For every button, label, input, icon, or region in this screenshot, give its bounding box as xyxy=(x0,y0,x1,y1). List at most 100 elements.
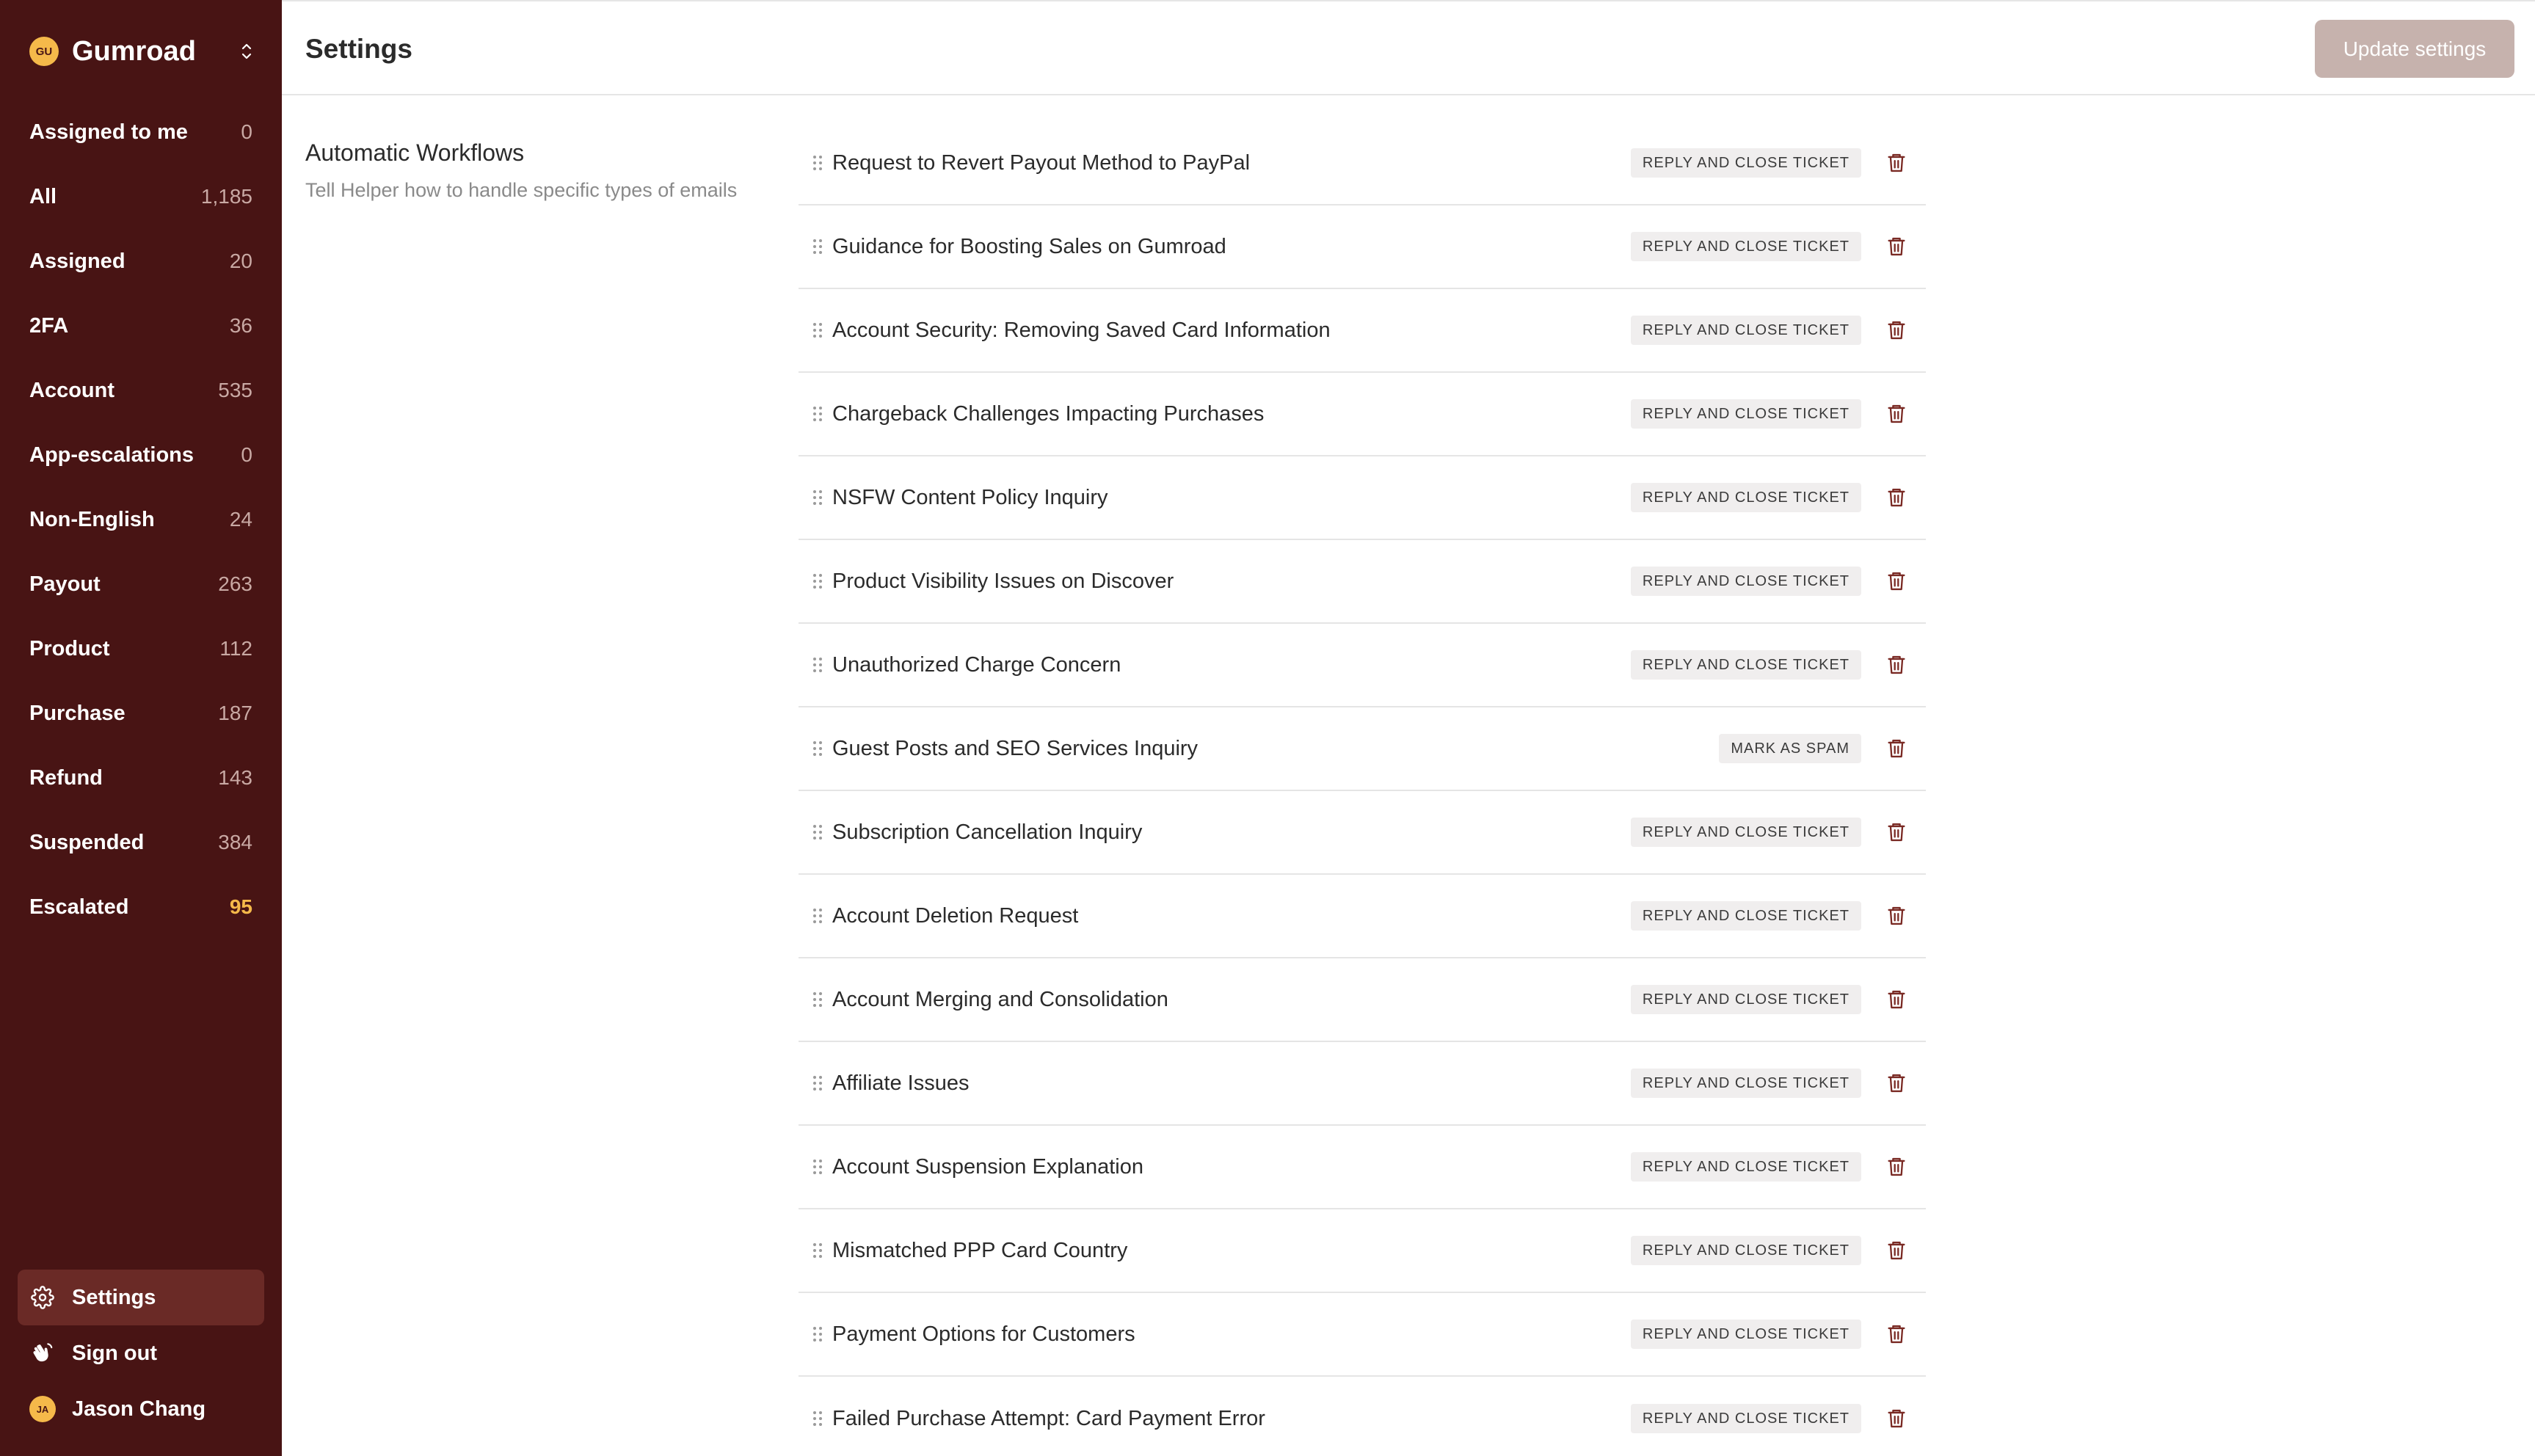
nav-item-escalated[interactable]: Escalated 95 xyxy=(0,875,282,939)
waving-hand-icon xyxy=(29,1340,56,1366)
workflow-row[interactable]: Account Merging and Consolidation REPLY A… xyxy=(799,958,1926,1042)
mailbox-nav: Assigned to me 0 All 1,185 Assigned 20 2… xyxy=(0,100,282,939)
sign-out-link[interactable]: Sign out xyxy=(18,1325,264,1381)
workflow-row[interactable]: Guest Posts and SEO Services Inquiry MARK… xyxy=(799,707,1926,791)
workflow-row[interactable]: Affiliate Issues REPLY AND CLOSE TICKET xyxy=(799,1042,1926,1126)
workflow-row[interactable]: Account Deletion Request REPLY AND CLOSE … xyxy=(799,875,1926,958)
nav-item-account[interactable]: Account 535 xyxy=(0,358,282,423)
section-description: Tell Helper how to handle specific types… xyxy=(305,179,738,201)
nav-item-product[interactable]: Product 112 xyxy=(0,616,282,681)
nav-label: Account xyxy=(29,378,114,402)
workflow-action-badge: REPLY AND CLOSE TICKET xyxy=(1630,1069,1861,1098)
trash-icon[interactable] xyxy=(1882,148,1911,178)
settings-label: Settings xyxy=(72,1285,156,1309)
nav-item-all[interactable]: All 1,185 xyxy=(0,164,282,229)
drag-handle-icon[interactable] xyxy=(803,316,832,345)
trash-icon[interactable] xyxy=(1882,734,1911,763)
nav-count: 1,185 xyxy=(200,185,252,208)
workflow-row[interactable]: Request to Revert Payout Method to PayPa… xyxy=(799,122,1926,205)
drag-handle-icon[interactable] xyxy=(803,1404,832,1433)
user-name: Jason Chang xyxy=(72,1397,206,1421)
update-settings-button[interactable]: Update settings xyxy=(2315,20,2514,78)
workflow-title: Unauthorized Charge Concern xyxy=(832,652,1121,677)
trash-icon[interactable] xyxy=(1882,1320,1911,1349)
drag-handle-icon[interactable] xyxy=(803,650,832,680)
settings-link[interactable]: Settings xyxy=(18,1270,264,1325)
sidebar-footer: Settings Sign out JA Jason Chang xyxy=(18,1270,264,1437)
drag-handle-icon[interactable] xyxy=(803,1236,832,1265)
nav-item-assigned-to-me[interactable]: Assigned to me 0 xyxy=(0,100,282,164)
workflow-row[interactable]: Unauthorized Charge Concern REPLY AND CLO… xyxy=(799,624,1926,707)
workflow-title: NSFW Content Policy Inquiry xyxy=(832,485,1108,509)
drag-handle-icon[interactable] xyxy=(803,483,832,512)
trash-icon[interactable] xyxy=(1882,818,1911,847)
nav-item-assigned[interactable]: Assigned 20 xyxy=(0,229,282,294)
workflow-action-badge: REPLY AND CLOSE TICKET xyxy=(1630,650,1861,680)
workflow-row[interactable]: Product Visibility Issues on Discover REP… xyxy=(799,540,1926,624)
workflow-title: Payment Options for Customers xyxy=(832,1322,1135,1346)
workflow-row[interactable]: Mismatched PPP Card Country REPLY AND CLO… xyxy=(799,1209,1926,1293)
nav-item-payout[interactable]: Payout 263 xyxy=(0,552,282,616)
trash-icon[interactable] xyxy=(1882,567,1911,596)
chevron-up-down-icon[interactable] xyxy=(236,38,257,65)
nav-count: 143 xyxy=(218,766,252,789)
workflow-row[interactable]: Payment Options for Customers REPLY AND C… xyxy=(799,1293,1926,1377)
nav-count: 95 xyxy=(229,895,252,918)
drag-handle-icon[interactable] xyxy=(803,818,832,847)
workflow-action-badge: REPLY AND CLOSE TICKET xyxy=(1630,1320,1861,1349)
trash-icon[interactable] xyxy=(1882,985,1911,1014)
nav-count: 36 xyxy=(229,314,252,337)
drag-handle-icon[interactable] xyxy=(803,901,832,931)
workflow-row[interactable]: NSFW Content Policy Inquiry REPLY AND CLO… xyxy=(799,456,1926,540)
drag-handle-icon[interactable] xyxy=(803,1320,832,1349)
trash-icon[interactable] xyxy=(1882,1152,1911,1182)
drag-handle-icon[interactable] xyxy=(803,1069,832,1098)
trash-icon[interactable] xyxy=(1882,316,1911,345)
nav-item-purchase[interactable]: Purchase 187 xyxy=(0,681,282,746)
trash-icon[interactable] xyxy=(1882,1236,1911,1265)
workflow-title: Failed Purchase Attempt: Card Payment Er… xyxy=(832,1406,1265,1430)
trash-icon[interactable] xyxy=(1882,650,1911,680)
drag-handle-icon[interactable] xyxy=(803,1152,832,1182)
user-profile[interactable]: JA Jason Chang xyxy=(18,1381,264,1437)
trash-icon[interactable] xyxy=(1882,1069,1911,1098)
nav-item-suspended[interactable]: Suspended 384 xyxy=(0,810,282,875)
nav-label: Assigned to me xyxy=(29,120,188,144)
nav-count: 112 xyxy=(219,637,252,660)
drag-handle-icon[interactable] xyxy=(803,734,832,763)
drag-handle-icon[interactable] xyxy=(803,232,832,261)
nav-count: 263 xyxy=(218,572,252,595)
workflow-row[interactable]: Subscription Cancellation Inquiry REPLY A… xyxy=(799,791,1926,875)
workflow-action-badge: REPLY AND CLOSE TICKET xyxy=(1630,567,1861,596)
drag-handle-icon[interactable] xyxy=(803,148,832,178)
workflow-list: Request to Revert Payout Method to PayPa… xyxy=(799,122,1926,1456)
workflow-action-badge: MARK AS SPAM xyxy=(1719,734,1861,763)
drag-handle-icon[interactable] xyxy=(803,567,832,596)
workflow-row[interactable]: Account Suspension Explanation REPLY AND … xyxy=(799,1126,1926,1209)
nav-item-non-english[interactable]: Non-English 24 xyxy=(0,487,282,552)
nav-label: Refund xyxy=(29,765,103,790)
nav-count: 20 xyxy=(229,250,252,272)
workflow-title: Chargeback Challenges Impacting Purchase… xyxy=(832,401,1265,426)
workspace-switcher[interactable]: GU Gumroad xyxy=(29,35,257,68)
workflow-row[interactable]: Account Security: Removing Saved Card In… xyxy=(799,289,1926,373)
workflow-action-badge: REPLY AND CLOSE TICKET xyxy=(1630,1236,1861,1265)
nav-item-refund[interactable]: Refund 143 xyxy=(0,746,282,810)
drag-handle-icon[interactable] xyxy=(803,399,832,429)
nav-count: 0 xyxy=(241,120,252,143)
trash-icon[interactable] xyxy=(1882,399,1911,429)
sidebar: GU Gumroad Assigned to me 0 All 1,185 As… xyxy=(0,0,282,1456)
trash-icon[interactable] xyxy=(1882,901,1911,931)
trash-icon[interactable] xyxy=(1882,1404,1911,1433)
workflow-row[interactable]: Failed Purchase Attempt: Card Payment Er… xyxy=(799,1377,1926,1456)
trash-icon[interactable] xyxy=(1882,483,1911,512)
workflow-row[interactable]: Chargeback Challenges Impacting Purchase… xyxy=(799,373,1926,456)
nav-label: Product xyxy=(29,636,110,660)
nav-label: App-escalations xyxy=(29,443,194,467)
workflow-row[interactable]: Guidance for Boosting Sales on Gumroad RE… xyxy=(799,205,1926,289)
drag-handle-icon[interactable] xyxy=(803,985,832,1014)
nav-item-app-escalations[interactable]: App-escalations 0 xyxy=(0,423,282,487)
nav-item-2fa[interactable]: 2FA 36 xyxy=(0,294,282,358)
trash-icon[interactable] xyxy=(1882,232,1911,261)
workflow-title: Guest Posts and SEO Services Inquiry xyxy=(832,736,1199,760)
